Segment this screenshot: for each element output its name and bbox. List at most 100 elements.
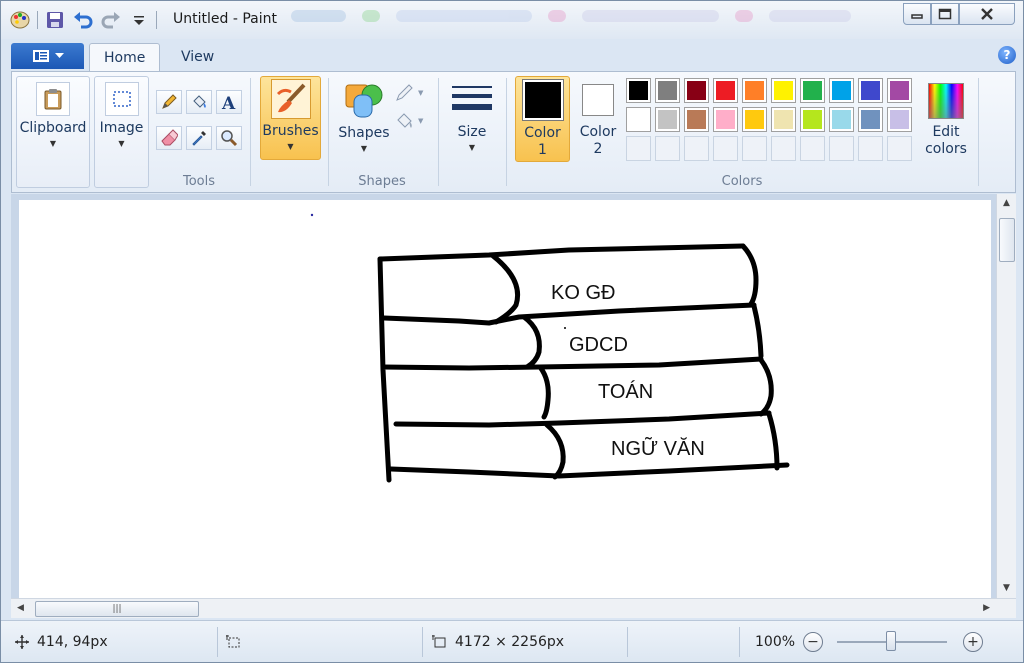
minimize-icon [911,14,923,19]
custom-color-slot[interactable] [858,136,883,161]
help-icon[interactable]: ? [998,46,1016,64]
scroll-right-icon[interactable]: ▶ [983,603,990,613]
tab-home[interactable]: Home [89,43,161,71]
horizontal-scrollbar[interactable]: ◀ ||| ▶ [11,598,1016,618]
custom-color-slot[interactable] [829,136,854,161]
palette-swatch[interactable] [626,78,651,103]
brushes-button[interactable]: Brushes ▼ [260,76,321,160]
size-button[interactable]: Size ▼ [446,76,498,160]
drawing-label-toan: TOÁN [598,380,653,403]
clipboard-label: Clipboard [19,120,87,136]
palette-swatch[interactable] [829,107,854,132]
zoom-out-button[interactable]: − [803,632,823,652]
image-button[interactable]: Image ▼ [94,76,149,188]
custom-color-slot[interactable] [887,136,912,161]
vertical-scrollbar[interactable]: ▲ ▼ [996,194,1016,599]
palette-swatch[interactable] [829,78,854,103]
chevron-down-icon: ▼ [418,89,424,97]
selection-size [225,621,249,663]
save-icon[interactable] [44,9,66,31]
palette-swatch[interactable] [713,107,738,132]
group-separator [978,78,979,186]
palette-swatch[interactable] [887,107,912,132]
palette-swatch[interactable] [713,78,738,103]
svg-text:A: A [221,94,236,111]
minimize-button[interactable] [903,3,931,25]
group-separator [438,78,439,186]
color-spectrum-icon [928,83,964,119]
custom-color-slot[interactable] [713,136,738,161]
zoom-slider-thumb[interactable] [886,631,896,651]
drawing-canvas[interactable]: KO GĐ GDCD TOÁN NGỮ VĂN [19,200,991,599]
custom-color-slot[interactable] [771,136,796,161]
color2-swatch [585,87,611,113]
eraser-tool[interactable] [156,126,182,150]
scroll-up-icon[interactable]: ▲ [1003,198,1010,208]
chevron-down-icon [54,53,64,58]
palette-swatch[interactable] [684,78,709,103]
palette-swatch[interactable] [684,107,709,132]
palette-swatch[interactable] [771,78,796,103]
chevron-down-icon: ▼ [118,139,125,148]
select-icon [112,91,131,107]
palette-swatch[interactable] [742,107,767,132]
customize-dropdown-icon[interactable] [128,9,150,31]
image-size-value: 4172 × 2256px [455,634,565,650]
shapes-group-label: Shapes [358,174,406,189]
color-picker-tool[interactable] [186,126,212,150]
close-button[interactable] [959,3,1015,25]
chevron-down-icon: ▼ [360,144,368,153]
palette-swatch[interactable] [887,78,912,103]
undo-icon[interactable] [72,9,94,31]
maximize-button[interactable] [931,3,959,25]
palette-swatch[interactable] [626,107,651,132]
scroll-down-icon[interactable]: ▼ [1003,583,1010,593]
chevron-down-icon: ▼ [418,117,424,125]
canvas-workspace: KO GĐ GDCD TOÁN NGỮ VĂN ▲ ▼ [11,194,1016,599]
cursor-position-value: 414, 94px [37,634,108,650]
status-separator [422,627,423,657]
palette-swatch[interactable] [742,78,767,103]
clipboard-button[interactable]: Clipboard ▼ [16,76,90,188]
custom-color-slot[interactable] [684,136,709,161]
edit-colors-button[interactable]: Edit colors [918,76,974,162]
horizontal-scroll-thumb[interactable]: ||| [35,601,199,617]
ribbon-home: Clipboard ▼ Image ▼ A Tools Brushes ▼ Sh… [11,71,1016,193]
colors-group-label: Colors [721,174,763,189]
custom-color-slot[interactable] [655,136,680,161]
maximize-icon [938,8,952,20]
palette-swatch[interactable] [655,107,680,132]
outline-button[interactable]: ▼ [394,82,428,104]
fill-button[interactable]: ▼ [394,110,428,132]
custom-color-slot[interactable] [742,136,767,161]
zoom-in-button[interactable]: + [963,632,983,652]
text-tool[interactable]: A [216,90,242,114]
image-label: Image [99,120,144,136]
paint-menu-button[interactable] [11,43,84,69]
pencil-tool[interactable] [156,90,182,114]
cursor-position-icon [15,635,29,649]
color1-button[interactable]: Color 1 [515,76,570,162]
palette-swatch[interactable] [858,107,883,132]
palette-swatch[interactable] [858,78,883,103]
vertical-scroll-thumb[interactable] [999,218,1015,262]
shapes-button[interactable]: Shapes ▼ [336,76,392,160]
color2-button[interactable]: Color 2 [575,76,621,162]
palette-swatch[interactable] [655,78,680,103]
scroll-left-icon[interactable]: ◀ [17,603,24,613]
qat-separator [37,11,38,29]
magnifier-tool[interactable] [216,126,242,150]
brushes-label: Brushes [262,123,319,139]
fill-tool[interactable] [186,90,212,114]
paint-app-icon[interactable] [9,9,31,31]
custom-color-slot[interactable] [800,136,825,161]
drawing-label-gdcd: GDCD [569,334,628,356]
palette-swatch[interactable] [800,78,825,103]
redo-icon[interactable] [100,9,122,31]
custom-color-slot[interactable] [626,136,651,161]
tab-view[interactable]: View [167,43,228,71]
palette-swatch[interactable] [800,107,825,132]
palette-swatch[interactable] [771,107,796,132]
chevron-down-icon: ▼ [49,139,57,148]
close-icon [981,8,993,20]
